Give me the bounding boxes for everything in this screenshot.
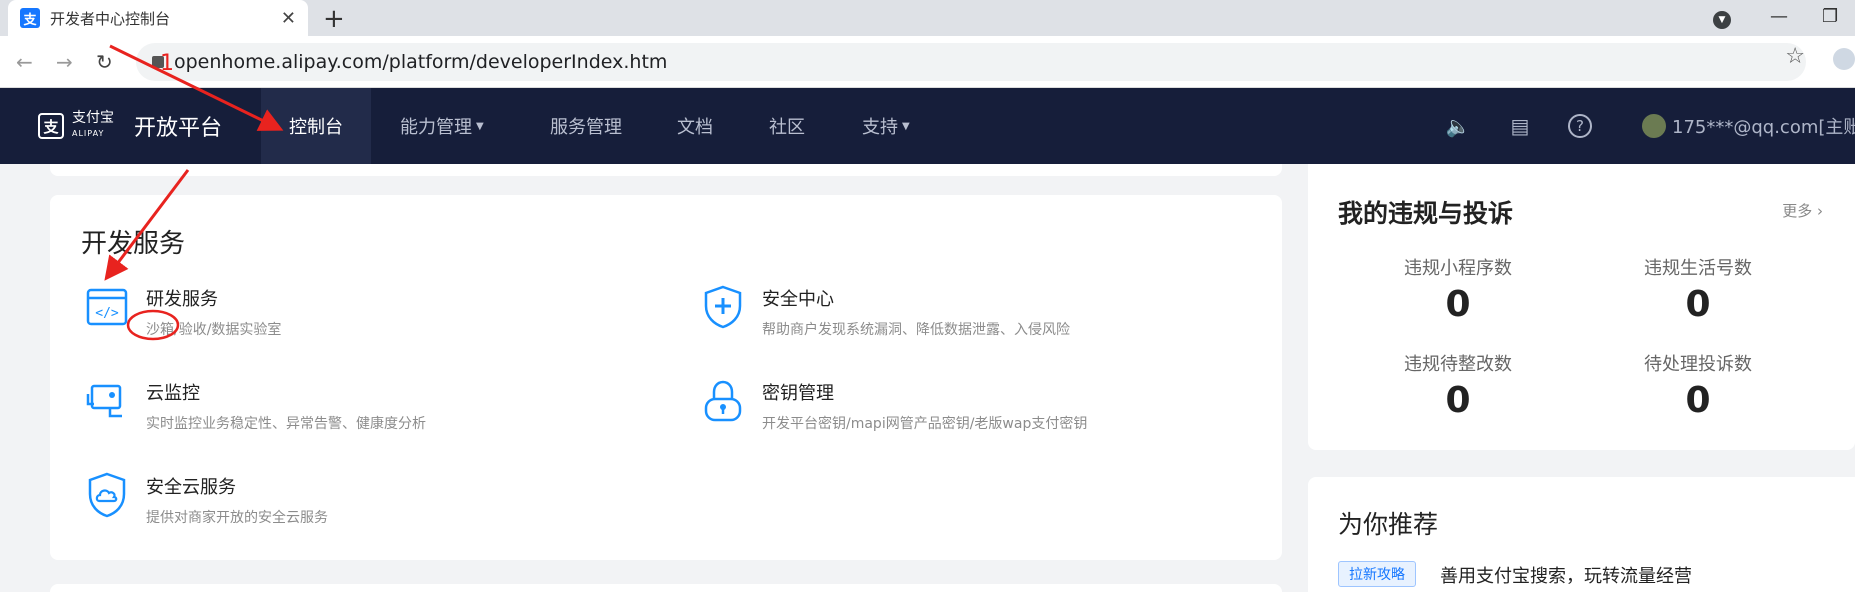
alipay-logo[interactable]: 支 支付宝 ALIPAY 开放平台 [38,88,222,164]
shield-cloud-icon [85,471,129,519]
speaker-icon[interactable]: 🔈 [1444,112,1472,140]
schedule-doc-icon[interactable]: ▤ [1506,112,1534,140]
monitor-camera-icon [85,377,129,425]
recommend-link[interactable]: 善用支付宝搜索，玩转流量经营 [1440,562,1692,588]
service-name: 安全中心 [762,289,834,310]
service-desc: 帮助商户发现系统漏洞、降低数据泄露、入侵风险 [762,322,1070,338]
site-header: 支 支付宝 ALIPAY 开放平台 控制台 能力管理 ▼ 服务管理 文档 社区 支… [0,88,1855,164]
service-name: 安全云服务 [146,477,236,498]
nav-console[interactable]: 控制台 [261,88,371,164]
help-icon[interactable]: ? [1568,114,1592,138]
user-account[interactable]: 175***@qq.com[主账号 [1642,88,1855,164]
next-card-top [50,584,1282,592]
nav-service-manage[interactable]: 服务管理 [550,88,622,164]
service-security-cloud[interactable]: 安全云服务 提供对商家开放的安全云服务 [85,471,328,527]
lock-icon [701,377,745,425]
stat-miniapp: 违规小程序数 0 [1404,258,1512,325]
alipay-logo-icon: 支 [38,113,64,139]
stat-lifeaccount: 违规生活号数 0 [1644,258,1752,325]
card-top-strip [50,164,1282,176]
recommend-title: 为你推荐 [1338,510,1439,539]
forward-icon[interactable]: → [56,50,73,74]
more-link[interactable]: 更多 › [1782,200,1823,221]
service-name: 研发服务 [146,289,218,310]
back-icon[interactable]: ← [16,50,33,74]
new-tab-icon[interactable]: + [323,4,345,34]
logo-cn: 支付宝 [72,110,114,126]
lock-icon [152,56,164,68]
violations-title: 我的违规与投诉 [1338,199,1514,228]
browser-tab[interactable]: 支 开发者中心控制台 ✕ [8,0,308,36]
profile-avatar[interactable] [1833,48,1855,70]
dev-services-title: 开发服务 [81,229,186,259]
service-cloud-monitor[interactable]: 云监控 实时监控业务稳定性、异常告警、健康度分析 [85,377,426,433]
minimize-icon[interactable]: — [1770,6,1788,27]
stat-complaints: 待处理投诉数 0 [1644,354,1752,421]
nav-docs[interactable]: 文档 [677,88,713,164]
avatar [1642,114,1666,138]
service-rd[interactable]: </> 研发服务 沙箱/验收/数据实验室 [85,283,281,339]
browser-addressbar: ← → ↻ openhome.alipay.com/platform/devel… [0,36,1855,88]
nav-capability[interactable]: 能力管理 ▼ [400,88,484,164]
service-desc: 提供对商家开放的安全云服务 [146,510,328,526]
stat-rectify: 违规待整改数 0 [1404,354,1512,421]
code-window-icon: </> [85,283,129,331]
service-desc: 开发平台密钥/mapi网管产品密钥/老版wap支付密钥 [762,416,1088,432]
tab-title: 开发者中心控制台 [50,9,171,28]
user-name: 175***@qq.com[主账号 [1672,117,1855,138]
service-key-manage[interactable]: 密钥管理 开发平台密钥/mapi网管产品密钥/老版wap支付密钥 [701,377,1087,433]
recommend-card: 为你推荐 拉新攻略 善用支付宝搜索，玩转流量经营 [1308,477,1855,592]
reload-icon[interactable]: ↻ [96,50,113,74]
recommend-tag: 拉新攻略 [1338,561,1416,587]
service-name: 云监控 [146,383,200,404]
service-security-center[interactable]: 安全中心 帮助商户发现系统漏洞、降低数据泄露、入侵风险 [701,283,1070,339]
close-icon[interactable]: ✕ [281,8,296,29]
dev-services-card: 开发服务 </> 研发服务 沙箱/验收/数据实验室 安全中心 帮助商户发现系统漏… [50,195,1282,560]
restore-icon[interactable]: ❐ [1822,6,1838,27]
service-desc: 实时监控业务稳定性、异常告警、健康度分析 [146,416,426,432]
caret-down-icon: ▼ [902,120,910,132]
caret-down-icon: ▼ [476,120,484,132]
alipay-favicon-icon: 支 [20,8,40,28]
nav-support[interactable]: 支持 ▼ [862,88,910,164]
service-desc: 沙箱/验收/数据实验室 [146,322,282,338]
service-name: 密钥管理 [762,383,834,404]
platform-name: 开放平台 [134,116,223,141]
chevron-down-icon[interactable]: ▼ [1713,11,1731,29]
logo-en: ALIPAY [72,129,105,138]
shield-plus-icon [701,283,745,331]
svg-text:</>: </> [95,306,119,321]
url-text: openhome.alipay.com/platform/developerIn… [174,51,668,73]
url-input[interactable]: openhome.alipay.com/platform/developerIn… [136,43,1806,81]
browser-tabbar: 支 开发者中心控制台 ✕ + ▼ — ❐ [0,0,1855,36]
bookmark-star-icon[interactable]: ☆ [1785,44,1805,69]
violations-card: 我的违规与投诉 更多 › 违规小程序数 0 违规生活号数 0 违规待整改数 0 … [1308,164,1855,450]
nav-community[interactable]: 社区 [769,88,805,164]
